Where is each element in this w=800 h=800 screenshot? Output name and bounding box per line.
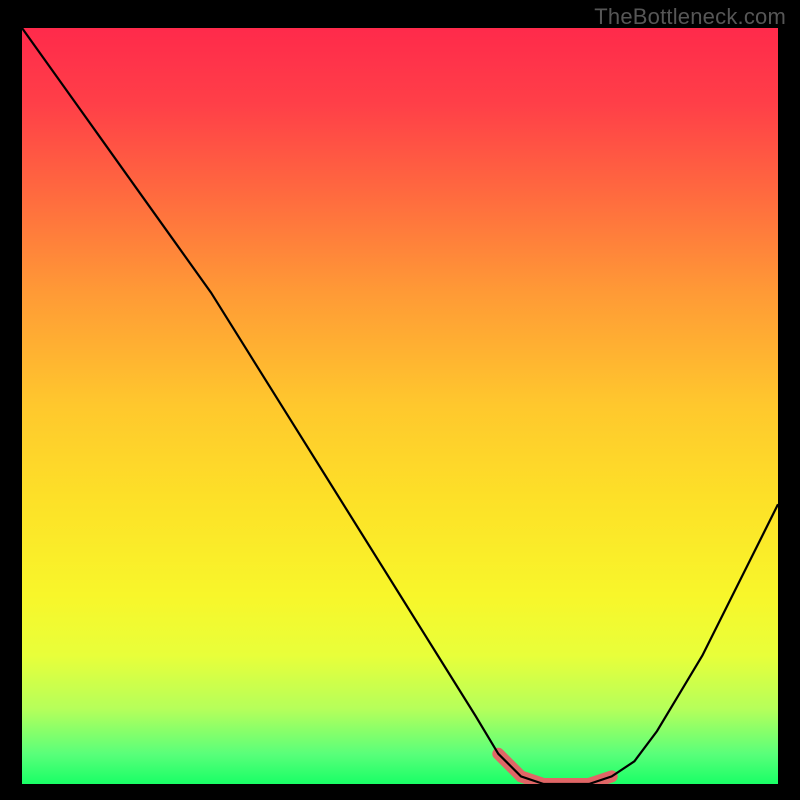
watermark-text: TheBottleneck.com <box>594 4 786 30</box>
chart-container: TheBottleneck.com <box>0 0 800 800</box>
chart-background <box>22 28 778 784</box>
bottleneck-chart <box>22 28 778 784</box>
